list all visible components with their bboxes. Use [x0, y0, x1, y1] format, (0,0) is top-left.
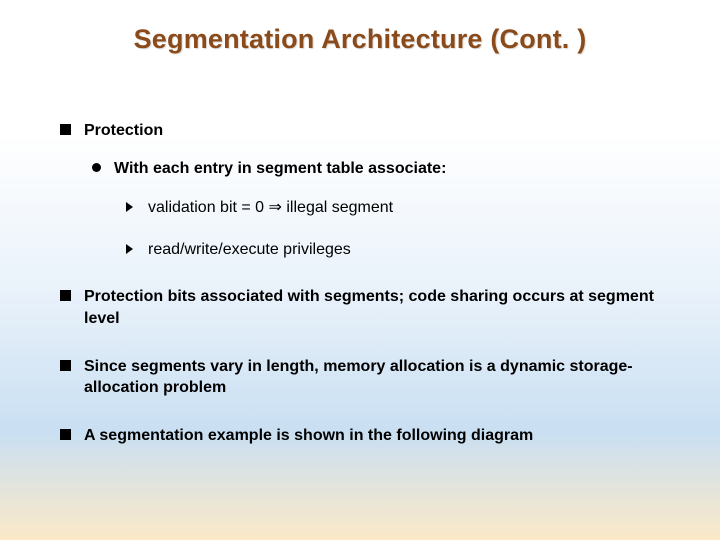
bullet-protection: Protection With each entry in segment ta…	[60, 120, 660, 260]
bullet-text: With each entry in segment table associa…	[114, 160, 446, 177]
bullet-text: Protection	[84, 122, 163, 139]
slide: { "title": "Segmentation Architecture (C…	[0, 0, 720, 540]
bullet-list-level-1: Protection With each entry in segment ta…	[60, 120, 660, 446]
bullet-rwx: read/write/execute privileges	[124, 239, 660, 261]
bullet-list-level-3: validation bit = 0 ⇒ illegal segment rea…	[124, 197, 660, 260]
bullet-validation-bit: validation bit = 0 ⇒ illegal segment	[124, 197, 660, 219]
bullet-text: Since segments vary in length, memory al…	[84, 358, 633, 397]
bullet-vary-length: Since segments vary in length, memory al…	[60, 356, 660, 399]
bullet-text: A segmentation example is shown in the f…	[84, 427, 533, 444]
bullet-list-level-2: With each entry in segment table associa…	[90, 158, 660, 261]
bullet-text: Protection bits associated with segments…	[84, 288, 654, 327]
bullet-example: A segmentation example is shown in the f…	[60, 425, 660, 447]
bullet-protection-bits: Protection bits associated with segments…	[60, 286, 660, 329]
bullet-text: validation bit = 0 ⇒ illegal segment	[148, 199, 393, 216]
slide-title: Segmentation Architecture (Cont. )	[0, 24, 720, 55]
bullet-text: read/write/execute privileges	[148, 241, 351, 258]
bullet-associate: With each entry in segment table associa…	[90, 158, 660, 261]
slide-body: Protection With each entry in segment ta…	[60, 120, 660, 460]
